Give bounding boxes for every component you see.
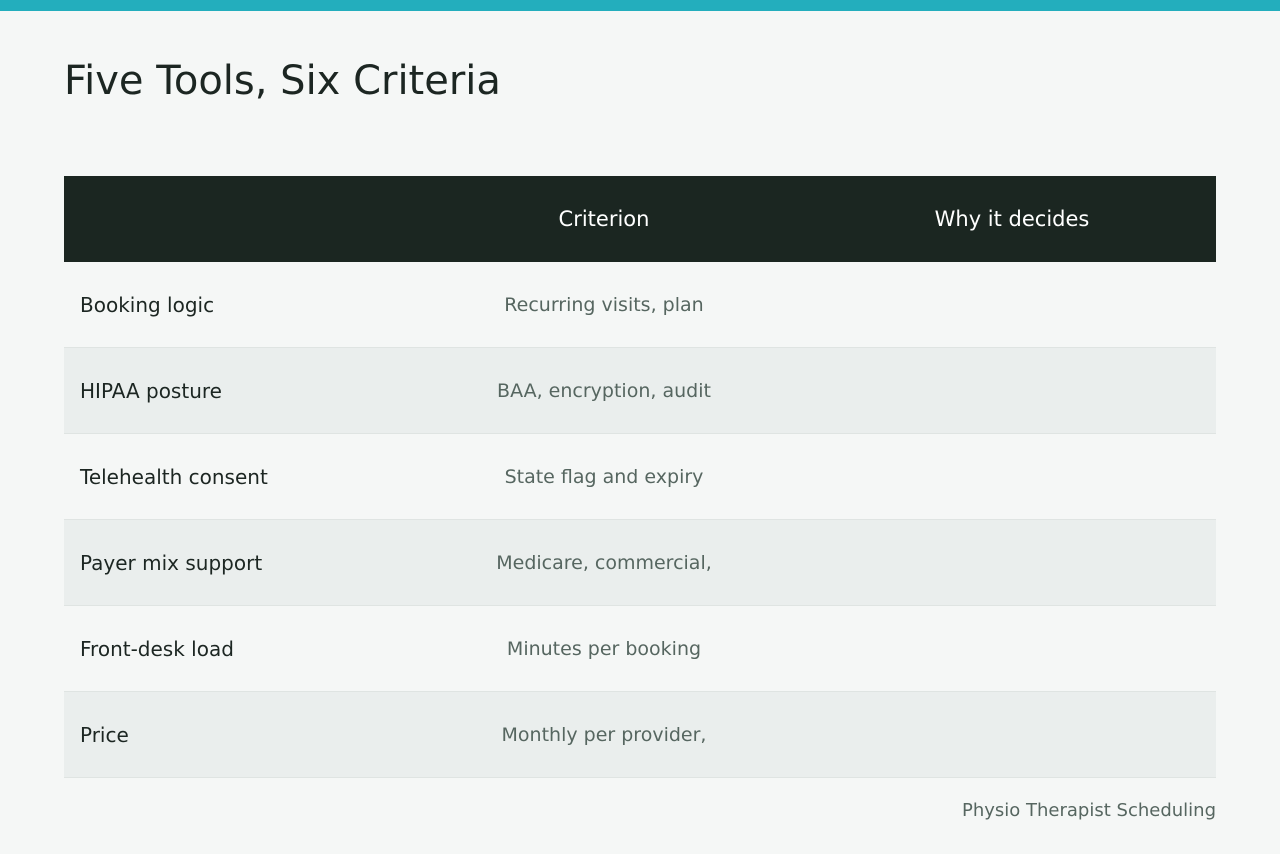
table-row: HIPAA posture BAA, encryption, audit — [64, 348, 1216, 434]
row-name: Booking logic — [80, 292, 215, 317]
table-row: Telehealth consent State flag and expiry — [64, 434, 1216, 520]
row-criterion: BAA, encryption, audit — [497, 379, 711, 402]
row-criterion: Medicare, commercial, — [496, 551, 712, 574]
header-why: Why it decides — [934, 207, 1090, 231]
table-row: Price Monthly per provider, — [64, 692, 1216, 778]
footer-caption: Physio Therapist Scheduling — [962, 800, 1216, 821]
page-title: Five Tools, Six Criteria — [64, 58, 501, 104]
table-row: Payer mix support Medicare, commercial, — [64, 520, 1216, 606]
header-criterion: Criterion — [558, 207, 650, 231]
row-criterion: Recurring visits, plan — [504, 293, 704, 316]
table-row: Booking logic Recurring visits, plan — [64, 262, 1216, 348]
row-name: Front-desk load — [80, 636, 234, 661]
row-name: Payer mix support — [80, 550, 263, 575]
accent-bar — [0, 0, 1280, 11]
comparison-table: Criterion Why it decides Booking logic R… — [64, 176, 1216, 778]
row-name: Price — [80, 722, 129, 747]
row-name: Telehealth consent — [80, 464, 268, 489]
table-header: Criterion Why it decides — [64, 176, 1216, 262]
row-criterion: Minutes per booking — [506, 637, 702, 660]
row-criterion: Monthly per provider, — [501, 723, 707, 746]
row-criterion: State flag and expiry — [504, 465, 704, 488]
table-row: Front-desk load Minutes per booking — [64, 606, 1216, 692]
row-name: HIPAA posture — [80, 378, 222, 403]
